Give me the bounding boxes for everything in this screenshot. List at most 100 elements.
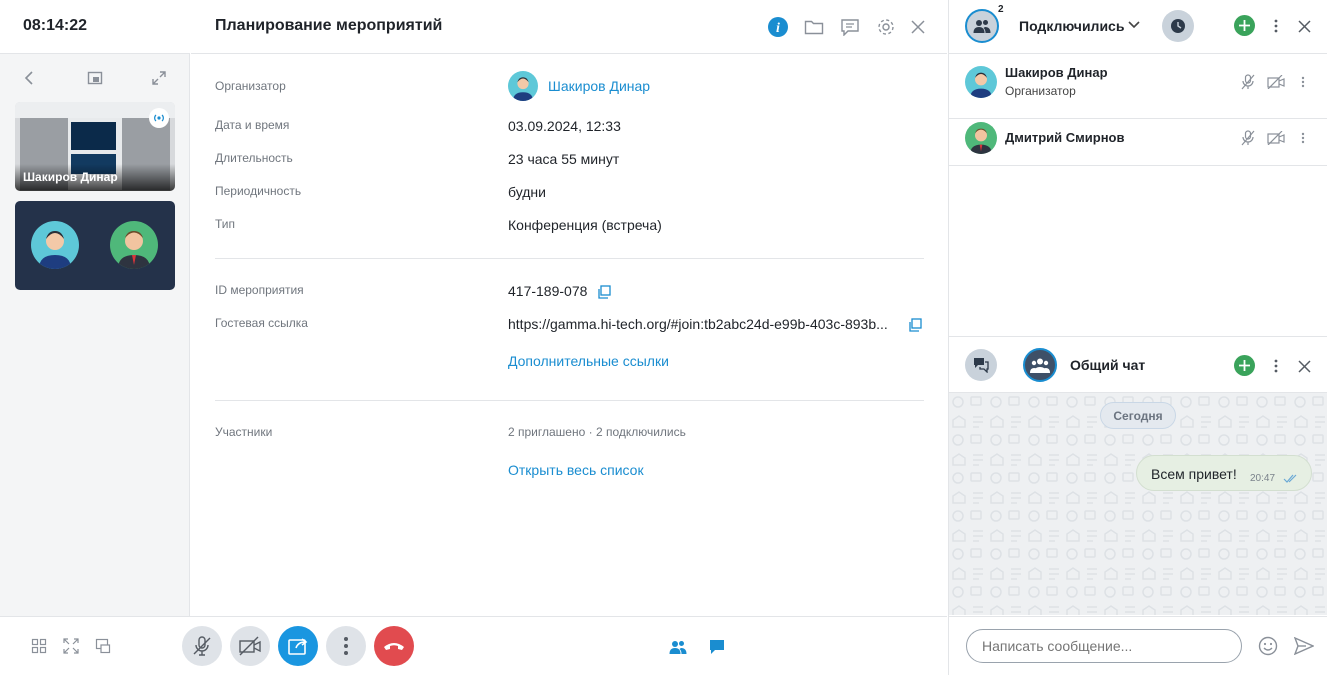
more-vertical-icon[interactable] xyxy=(1297,73,1309,91)
periodicity-label: Периодичность xyxy=(215,184,302,198)
back-icon[interactable] xyxy=(16,64,44,92)
camera-off-icon xyxy=(239,636,261,656)
send-icon[interactable] xyxy=(1293,635,1315,657)
avatar xyxy=(508,71,538,101)
gear-icon[interactable] xyxy=(872,13,900,41)
participants-summary: 2 приглашено · 2 подключились xyxy=(508,425,686,439)
left-sidebar: 08:14:22 Шакиров Динар xyxy=(0,0,190,675)
avatar xyxy=(965,122,997,154)
message-input[interactable] xyxy=(966,629,1242,663)
tile-name: Шакиров Динар xyxy=(23,170,118,184)
info-icon[interactable]: i xyxy=(764,13,792,41)
chevron-down-icon[interactable] xyxy=(1127,18,1141,32)
participant-name: Шакиров Динар xyxy=(1005,65,1108,80)
meeting-info-panel: Планирование мероприятий i Организатор Ш… xyxy=(191,0,947,675)
chat-avatar xyxy=(1023,348,1057,382)
meeting-header: Планирование мероприятий i xyxy=(191,0,947,54)
clock: 08:14:22 xyxy=(23,17,88,34)
mic-off-icon xyxy=(1239,129,1257,147)
share-screen-button[interactable] xyxy=(278,626,318,666)
close-icon[interactable] xyxy=(1296,17,1312,35)
read-check-icon xyxy=(1283,474,1299,483)
participant-role: Организатор xyxy=(1005,84,1076,98)
datetime-value: 03.09.2024, 12:33 xyxy=(508,118,621,134)
meeting-title: Планирование мероприятий xyxy=(215,17,443,34)
chat-messages: Сегодня Всем привет! 20:47 xyxy=(949,393,1327,615)
hang-up-icon xyxy=(384,643,404,650)
right-panel: 2 Подключились Шакиров Динар Организатор xyxy=(948,0,1327,675)
open-list-link[interactable]: Открыть весь список xyxy=(508,462,644,478)
svg-text:i: i xyxy=(776,21,780,36)
guest-link-label: Гостевая ссылка xyxy=(215,316,308,330)
type-value: Конференция (встреча) xyxy=(508,217,662,233)
plus-icon xyxy=(1239,360,1250,371)
more-vertical-icon[interactable] xyxy=(1297,129,1309,147)
call-controls-bar xyxy=(0,616,947,675)
copy-icon[interactable] xyxy=(595,283,613,301)
avatar xyxy=(965,66,997,98)
minimize-window-icon[interactable] xyxy=(94,637,112,655)
chat-header: Общий чат xyxy=(949,336,1327,393)
participants-icon[interactable] xyxy=(668,637,688,657)
more-links-link[interactable]: Дополнительные ссылки xyxy=(508,353,669,369)
close-icon[interactable] xyxy=(904,13,932,41)
camera-off-button[interactable] xyxy=(230,626,270,666)
emoji-icon[interactable] xyxy=(1257,635,1279,657)
participant-name: Дмитрий Смирнов xyxy=(1005,130,1125,145)
more-vertical-icon xyxy=(344,637,348,655)
chats-icon xyxy=(974,358,989,373)
date-divider: Сегодня xyxy=(1100,402,1176,429)
chat-icon[interactable] xyxy=(836,13,864,41)
mic-off-icon xyxy=(193,636,211,656)
organizer-label: Организатор xyxy=(215,79,286,93)
chat-title: Общий чат xyxy=(1070,357,1146,373)
hang-up-button[interactable] xyxy=(374,626,414,666)
clock-header: 08:14:22 xyxy=(0,0,190,54)
more-options-button[interactable] xyxy=(326,626,366,666)
message-text: Всем привет! xyxy=(1151,466,1237,482)
divider xyxy=(215,258,924,259)
participants-count-badge: 2 xyxy=(998,4,1004,15)
message-bubble[interactable]: Всем привет! 20:47 xyxy=(1136,455,1312,491)
camera-off-icon xyxy=(1266,129,1286,147)
pip-icon[interactable] xyxy=(81,64,109,92)
chat-input-bar xyxy=(949,616,1327,675)
clock-icon xyxy=(1171,19,1185,33)
datetime-label: Дата и время xyxy=(215,118,290,132)
participant-row[interactable]: Дмитрий Смирнов xyxy=(949,110,1327,166)
duration-label: Длительность xyxy=(215,151,293,165)
history-button[interactable] xyxy=(1162,10,1194,42)
participants-filter[interactable]: Подключились xyxy=(1019,18,1124,34)
close-icon[interactable] xyxy=(1296,357,1312,375)
camera-off-icon xyxy=(1266,73,1286,91)
more-vertical-icon[interactable] xyxy=(1268,17,1284,35)
share-icon xyxy=(288,638,308,655)
avatar xyxy=(110,221,158,269)
folder-icon[interactable] xyxy=(800,13,828,41)
participants-toggle[interactable] xyxy=(965,9,999,43)
group-icon xyxy=(1030,358,1050,373)
chat-bubble-icon[interactable] xyxy=(707,637,727,657)
mic-off-icon xyxy=(1239,73,1257,91)
video-tile-screen-share[interactable]: Шакиров Динар xyxy=(15,102,175,191)
duration-value: 23 часа 55 минут xyxy=(508,151,620,167)
video-tile-avatars[interactable] xyxy=(15,201,175,290)
avatar xyxy=(31,221,79,269)
copy-icon[interactable] xyxy=(906,316,924,334)
event-id-label: ID мероприятия xyxy=(215,283,304,297)
grid-layout-icon[interactable] xyxy=(30,637,48,655)
microphone-muted-button[interactable] xyxy=(182,626,222,666)
plus-icon xyxy=(1239,20,1250,31)
speaking-icon xyxy=(149,108,169,128)
participants-header: 2 Подключились xyxy=(949,0,1327,54)
more-vertical-icon[interactable] xyxy=(1268,357,1284,375)
group-icon xyxy=(973,20,991,33)
expand-icon[interactable] xyxy=(145,64,173,92)
add-chat-member-button[interactable] xyxy=(1234,355,1255,376)
fullscreen-icon[interactable] xyxy=(62,637,80,655)
chats-list-button[interactable] xyxy=(965,349,997,381)
divider xyxy=(215,400,924,401)
periodicity-value: будни xyxy=(508,184,546,200)
organizer-link[interactable]: Шакиров Динар xyxy=(548,78,650,94)
add-participant-button[interactable] xyxy=(1234,15,1255,36)
